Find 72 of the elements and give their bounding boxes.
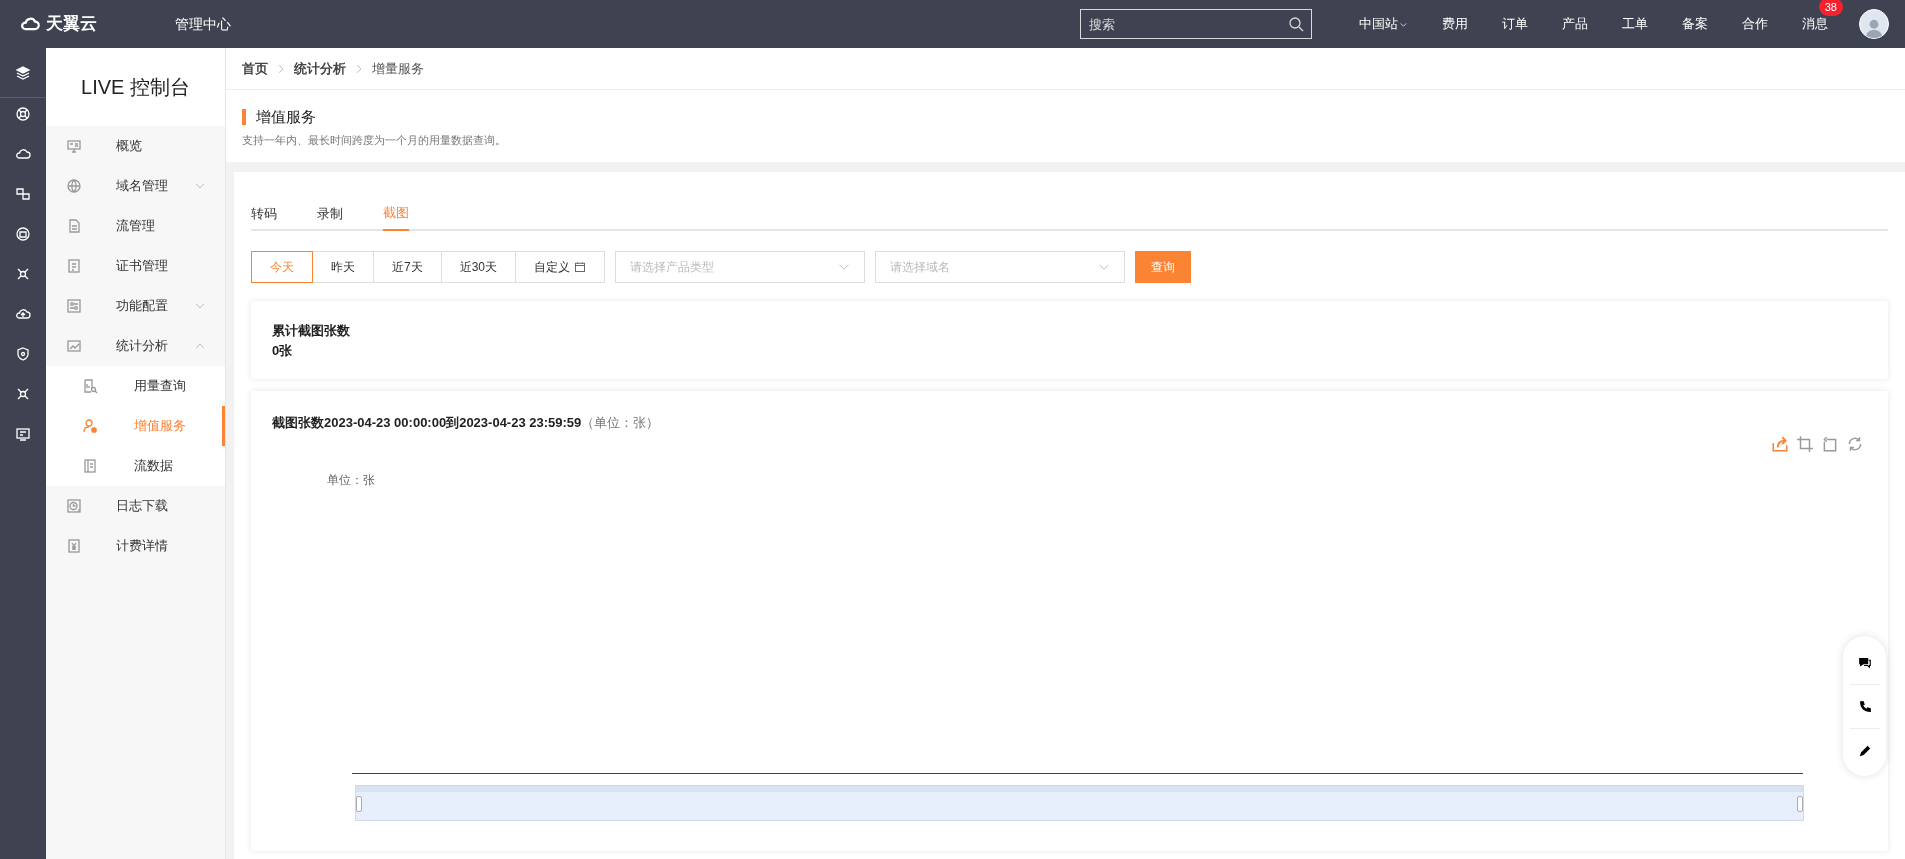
clock-icon bbox=[66, 498, 82, 514]
menu-item[interactable]: 用量查询 bbox=[46, 366, 225, 406]
refresh-icon[interactable] bbox=[1846, 435, 1864, 453]
date-range-button[interactable]: 近30天 bbox=[440, 251, 517, 283]
date-range-button[interactable]: 近7天 bbox=[373, 251, 442, 283]
breadcrumb-link[interactable]: 首页 bbox=[242, 58, 268, 79]
chevron-right-icon bbox=[354, 63, 364, 74]
chevron-right-icon bbox=[276, 63, 286, 74]
monitor-icon[interactable] bbox=[15, 426, 31, 442]
menu-item[interactable]: 流管理 bbox=[46, 206, 225, 246]
menu-item[interactable]: 计费详情 bbox=[46, 526, 225, 566]
menu-item[interactable]: 统计分析 bbox=[46, 326, 225, 366]
undo-icon[interactable] bbox=[1821, 435, 1839, 453]
avatar-icon[interactable] bbox=[1859, 9, 1889, 39]
breadcrumb-link[interactable]: 统计分析 bbox=[294, 58, 346, 79]
book-icon bbox=[82, 458, 98, 474]
document-search-icon bbox=[82, 378, 98, 394]
nav-link[interactable]: 合作 bbox=[1742, 14, 1768, 34]
nodes-icon[interactable] bbox=[15, 266, 31, 282]
nav-link[interactable]: 消息 bbox=[1802, 14, 1828, 34]
console-title[interactable]: 管理中心 bbox=[175, 13, 231, 35]
page-title: 增值服务 bbox=[256, 107, 316, 127]
nav-link[interactable]: 备案 bbox=[1682, 14, 1708, 34]
nav-link[interactable]: 订单 bbox=[1502, 14, 1528, 34]
monitor-icon bbox=[66, 138, 82, 154]
tab[interactable]: 录制 bbox=[317, 196, 343, 231]
window-icon[interactable] bbox=[15, 226, 31, 242]
breadcrumb-current: 增量服务 bbox=[372, 59, 424, 78]
menu-item[interactable]: 日志下载 bbox=[46, 486, 225, 526]
search-icon[interactable] bbox=[1288, 16, 1304, 32]
search-field[interactable]: 搜索 bbox=[1080, 9, 1312, 39]
console-heading: LIVE 控制台 bbox=[81, 75, 190, 100]
user-icon bbox=[82, 418, 98, 434]
date-range-button[interactable]: 昨天 bbox=[312, 251, 374, 283]
nodes-icon[interactable] bbox=[15, 386, 31, 402]
summary-label: 累计截图张数 bbox=[272, 322, 351, 340]
title-accent bbox=[242, 109, 246, 126]
chart-title: 截图张数2023-04-23 00:00:00到2023-04-23 23:59:59 bbox=[272, 414, 582, 432]
layers-icon[interactable] bbox=[15, 64, 31, 81]
chat-icon[interactable] bbox=[1857, 655, 1872, 669]
date-range-button[interactable]: 自定义 bbox=[515, 251, 606, 283]
certificate-icon bbox=[66, 258, 82, 274]
nav-link[interactable]: 工单 bbox=[1622, 14, 1648, 34]
nav-link[interactable]: 产品 bbox=[1562, 14, 1588, 34]
shield-icon[interactable] bbox=[15, 346, 31, 362]
nav-link[interactable]: 中国站 bbox=[1359, 14, 1408, 34]
menu-item[interactable]: 域名管理 bbox=[46, 166, 225, 206]
tab[interactable]: 转码 bbox=[251, 196, 277, 231]
menu-item[interactable]: 流数据 bbox=[46, 446, 225, 486]
cloud-upload-icon[interactable] bbox=[15, 306, 31, 322]
axis-unit-label: 单位：张 bbox=[327, 472, 375, 489]
logo-text: 天翼云 bbox=[46, 13, 97, 36]
yen-icon bbox=[66, 538, 82, 554]
calendar-icon bbox=[574, 261, 587, 273]
globe-icon bbox=[66, 178, 82, 194]
chart-icon bbox=[66, 338, 82, 354]
squares-icon[interactable] bbox=[15, 186, 31, 202]
ring-icon[interactable] bbox=[15, 106, 31, 122]
summary-value: 0张 bbox=[272, 341, 294, 360]
phone-icon[interactable] bbox=[1857, 699, 1872, 714]
crop-icon[interactable] bbox=[1796, 435, 1814, 453]
sliders-icon bbox=[66, 298, 82, 314]
menu-item[interactable]: 功能配置 bbox=[46, 286, 225, 326]
menu-item[interactable]: 证书管理 bbox=[46, 246, 225, 286]
pen-icon[interactable] bbox=[1857, 743, 1872, 758]
document-icon bbox=[66, 218, 82, 234]
notification-badge: 38 bbox=[1818, 0, 1843, 17]
page-subtitle: 支持一年内、最长时间跨度为一个月的用量数据查询。 bbox=[242, 132, 507, 148]
chart-unit-note: （单位：张） bbox=[581, 414, 660, 432]
cloud-icon[interactable] bbox=[15, 146, 31, 162]
menu-item[interactable]: 概览 bbox=[46, 126, 225, 166]
nav-link[interactable]: 费用 bbox=[1442, 14, 1468, 34]
